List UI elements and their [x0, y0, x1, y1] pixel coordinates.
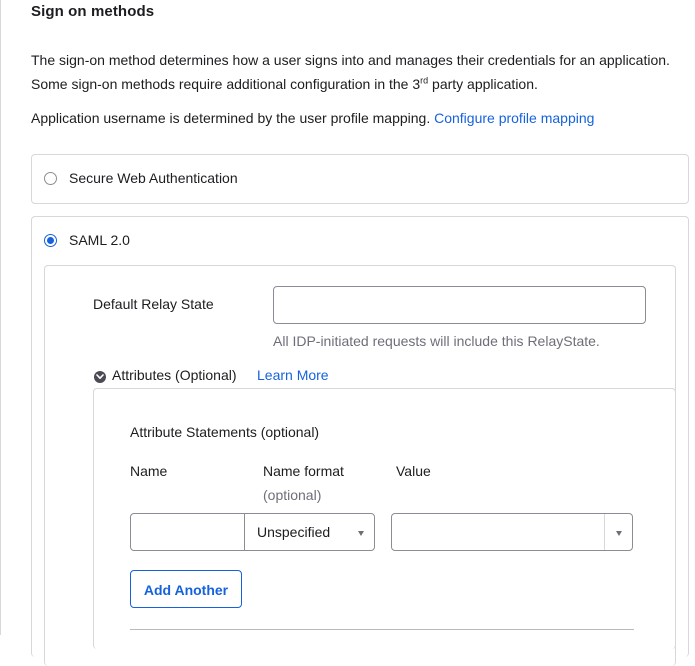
learn-more-link[interactable]: Learn More — [257, 367, 329, 383]
attribute-value-select[interactable] — [391, 513, 633, 551]
relay-state-label: Default Relay State — [93, 296, 214, 312]
swa-label: Secure Web Authentication — [69, 170, 238, 186]
username-mapping-text: Application username is determined by th… — [31, 108, 594, 128]
description-text: The sign-on method determines how a user… — [31, 52, 670, 92]
attribute-name-input[interactable] — [130, 513, 245, 551]
section-title: Sign on methods — [31, 3, 155, 20]
configure-profile-mapping-link[interactable]: Configure profile mapping — [434, 110, 594, 126]
relay-state-input[interactable] — [273, 286, 646, 324]
sign-on-description: The sign-on method determines how a user… — [31, 48, 681, 96]
column-header-name-format-optional: (optional) — [263, 487, 322, 503]
divider — [130, 629, 634, 630]
saml-radio[interactable] — [44, 234, 57, 247]
attribute-statements-title: Attribute Statements (optional) — [130, 424, 320, 440]
description-superscript: rd — [420, 75, 429, 86]
caret-down-icon — [358, 531, 364, 536]
select-divider — [604, 514, 605, 550]
name-format-selected: Unspecified — [257, 524, 331, 540]
swa-radio[interactable] — [44, 172, 57, 185]
column-header-name-format: Name format — [263, 463, 344, 479]
relay-state-hint: All IDP-initiated requests will include … — [273, 333, 600, 349]
attributes-toggle[interactable]: Attributes (Optional) — [112, 367, 237, 383]
description-text-end: party application. — [428, 76, 538, 92]
name-format-select[interactable]: Unspecified — [244, 513, 375, 551]
column-header-name: Name — [130, 463, 168, 479]
add-another-button[interactable]: Add Another — [130, 570, 242, 608]
username-mapping-label: Application username is determined by th… — [31, 110, 431, 126]
caret-down-icon[interactable] — [616, 531, 622, 536]
panel-left-border — [0, 0, 1, 635]
chevron-down-icon[interactable] — [94, 371, 106, 383]
saml-label: SAML 2.0 — [69, 232, 130, 248]
column-header-value: Value — [396, 463, 431, 479]
